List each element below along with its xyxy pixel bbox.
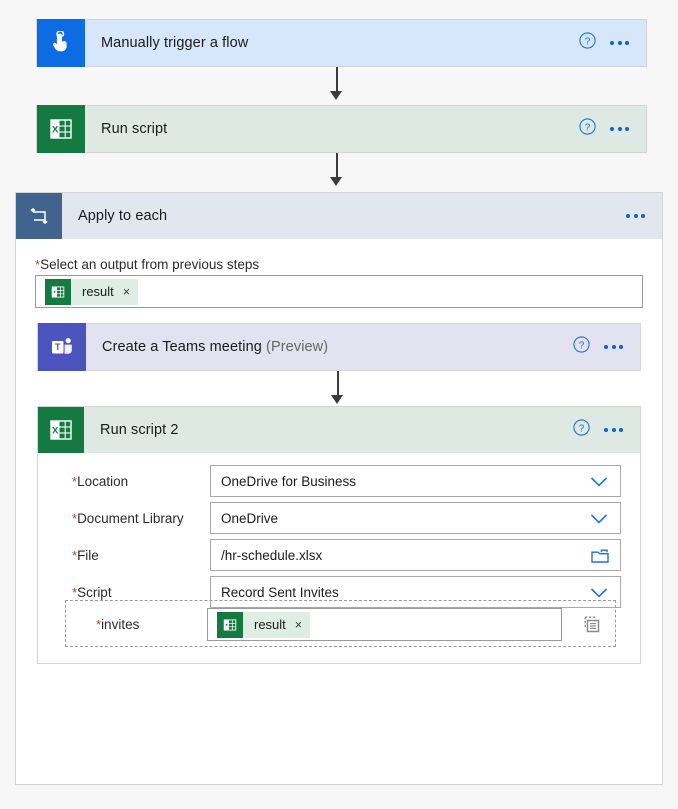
apply-to-each-actions — [626, 214, 662, 218]
apply-to-each-header[interactable]: Apply to each — [16, 193, 662, 239]
run-script-title: Run script — [85, 121, 579, 137]
location-value: OneDrive for Business — [221, 474, 356, 489]
chevron-down-icon[interactable] — [590, 476, 608, 491]
file-input[interactable]: /hr-schedule.xlsx — [210, 539, 621, 571]
folder-icon[interactable] — [591, 548, 609, 567]
location-label-text: Location — [77, 474, 128, 489]
select-output-input[interactable]: result × — [35, 275, 643, 308]
token-label: result — [82, 284, 114, 299]
svg-text:?: ? — [585, 122, 591, 133]
excel-icon — [217, 612, 243, 638]
connector-trigger-to-run-script — [336, 67, 338, 94]
more-commands-icon[interactable] — [610, 127, 629, 131]
trigger-title: Manually trigger a flow — [85, 35, 579, 51]
document-library-dropdown[interactable]: OneDrive — [210, 502, 621, 534]
svg-text:X: X — [52, 425, 59, 436]
script-parameter-invites: *invites — [65, 600, 616, 647]
svg-text:X: X — [52, 124, 59, 135]
svg-text:?: ? — [579, 423, 585, 434]
trigger-card-manually-trigger-a-flow[interactable]: Manually trigger a flow ? — [36, 19, 647, 67]
dynamic-token-result[interactable]: result × — [45, 279, 138, 305]
invites-label: *invites — [96, 617, 139, 632]
script-label: *Script — [72, 585, 112, 600]
teams-icon: T — [38, 323, 86, 371]
run-script-2-title: Run script 2 — [84, 422, 573, 438]
close-icon[interactable]: × — [123, 285, 130, 299]
loop-icon — [16, 193, 62, 239]
invites-label-text: invites — [101, 617, 139, 632]
help-icon[interactable]: ? — [579, 32, 596, 54]
svg-text:?: ? — [585, 36, 591, 47]
svg-text:T: T — [55, 342, 61, 352]
excel-icon — [45, 279, 71, 305]
teams-meeting-title: Create a Teams meeting (Preview) — [86, 339, 573, 355]
help-icon[interactable]: ? — [573, 336, 590, 358]
dynamic-token-result[interactable]: result × — [217, 612, 310, 638]
run-script-card-actions: ? — [579, 118, 646, 140]
connector-teams-to-run-script-2 — [337, 371, 339, 398]
select-output-label-text: Select an output from previous steps — [40, 257, 259, 272]
token-label: result — [254, 617, 286, 632]
excel-icon: X — [38, 407, 84, 453]
select-output-label: *Select an output from previous steps — [35, 257, 259, 272]
excel-icon: X — [37, 105, 85, 153]
more-commands-icon[interactable] — [604, 428, 623, 432]
form-row-document-library: *Document Library OneDrive — [38, 502, 640, 539]
location-label: *Location — [72, 474, 128, 489]
document-library-label: *Document Library — [72, 511, 184, 526]
apply-to-each-container: Apply to each *Select an output from pre… — [15, 192, 663, 785]
document-library-label-text: Document Library — [77, 511, 184, 526]
apply-to-each-title: Apply to each — [62, 208, 626, 224]
connector-arrow-3 — [331, 395, 343, 404]
form-row-file: *File /hr-schedule.xlsx — [38, 539, 640, 576]
teams-meeting-title-text: Create a Teams meeting — [102, 339, 262, 355]
connector-arrow-2 — [330, 177, 342, 186]
location-dropdown[interactable]: OneDrive for Business — [210, 465, 621, 497]
file-label: *File — [72, 548, 99, 563]
file-label-text: File — [77, 548, 99, 563]
script-label-text: Script — [77, 585, 112, 600]
help-icon[interactable]: ? — [579, 118, 596, 140]
more-commands-icon[interactable] — [604, 345, 623, 349]
chevron-down-icon[interactable] — [590, 513, 608, 528]
trigger-card-actions: ? — [579, 32, 646, 54]
invites-input[interactable]: result × — [207, 608, 562, 641]
action-card-create-a-teams-meeting[interactable]: T Create a Teams meeting (Preview) ? — [37, 323, 641, 371]
flow-designer-canvas: Manually trigger a flow ? X R — [0, 0, 678, 809]
svg-text:?: ? — [579, 340, 585, 351]
close-icon[interactable]: × — [295, 618, 302, 632]
tap-hand-icon — [37, 19, 85, 67]
more-commands-icon[interactable] — [626, 214, 645, 218]
connector-run-script-to-apply-to-each — [336, 153, 338, 180]
dynamic-content-icon[interactable] — [582, 614, 602, 639]
action-card-run-script[interactable]: X Run script ? — [36, 105, 647, 153]
more-commands-icon[interactable] — [610, 41, 629, 45]
action-card-run-script-2: X Run script 2 ? — [37, 406, 641, 664]
help-icon[interactable]: ? — [573, 419, 590, 441]
form-row-location: *Location OneDrive for Business — [38, 465, 640, 502]
script-value: Record Sent Invites — [221, 585, 339, 600]
teams-card-actions: ? — [573, 336, 640, 358]
connector-arrow-1 — [330, 91, 342, 100]
run-script-2-header[interactable]: X Run script 2 ? — [38, 407, 640, 453]
document-library-value: OneDrive — [221, 511, 278, 526]
file-value: /hr-schedule.xlsx — [221, 548, 322, 563]
preview-badge: (Preview) — [266, 339, 328, 355]
run-script-2-card-actions: ? — [573, 419, 640, 441]
